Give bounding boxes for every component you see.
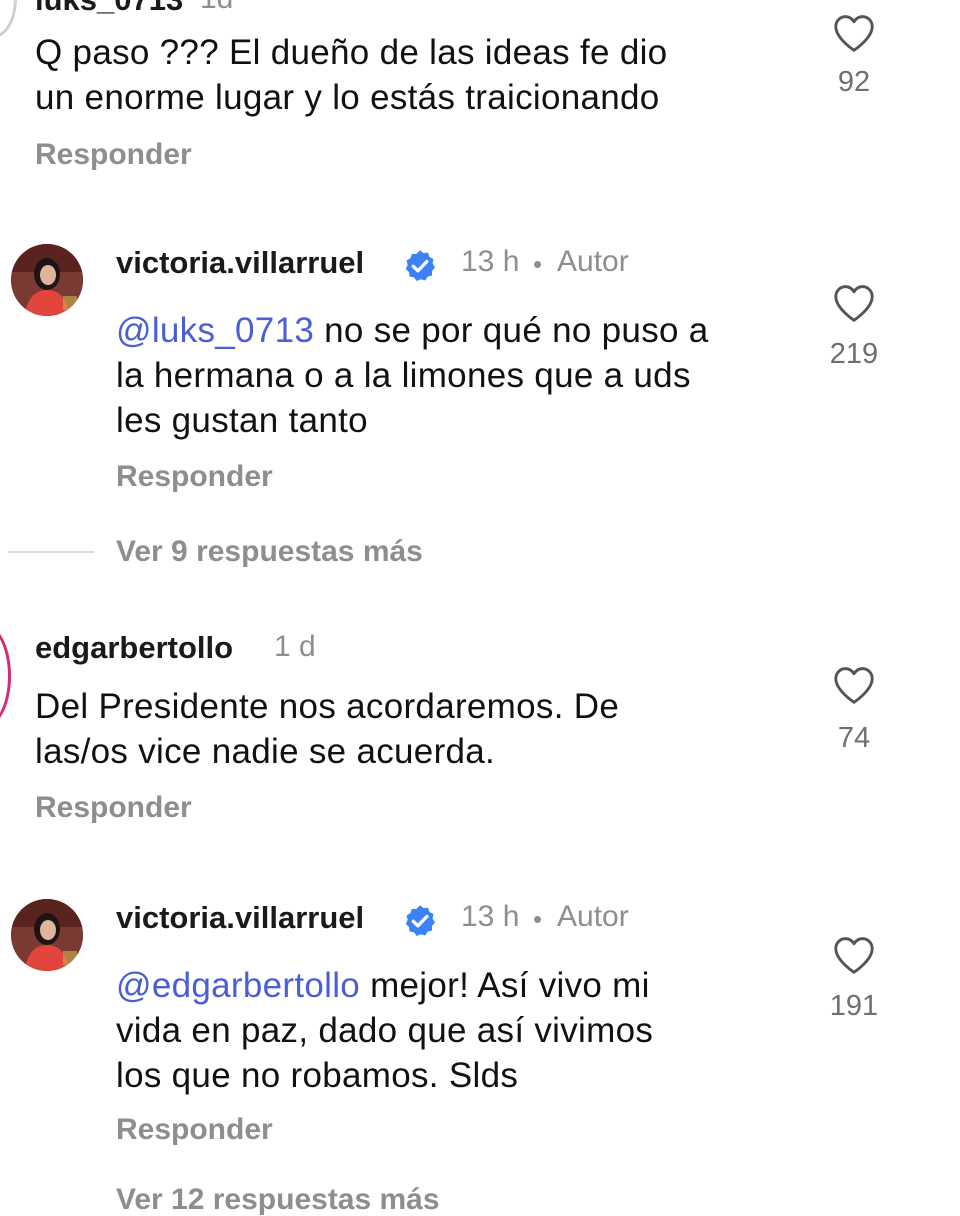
reply-victoria-1: victoria.villarruel 13 h • Autor @luks_0…	[0, 230, 960, 510]
verified-badge-icon	[405, 905, 435, 936]
comment-edgarbertollo: edgarbertollo 1 d Del Presidente nos aco…	[0, 615, 960, 835]
view-more-replies-button[interactable]: Ver 12 respuestas más	[116, 1185, 440, 1215]
like-count: 74	[837, 722, 871, 754]
reply-button[interactable]: Responder	[35, 793, 192, 823]
comment-text-line-3: los que no robamos. Slds	[116, 1056, 519, 1095]
heart-icon[interactable]	[832, 13, 876, 53]
comment-text-line-2: vida en paz, dado que así vivimos	[116, 1011, 654, 1050]
comment-text-line-2: un enorme lugar y lo estás traicionando	[35, 78, 660, 117]
view-more-replies-button[interactable]: Ver 9 respuestas más	[116, 537, 423, 567]
mention-link[interactable]: @luks_0713	[116, 311, 314, 350]
like-count: 191	[829, 990, 879, 1022]
comment-username[interactable]: luks_0713	[35, 0, 183, 15]
author-label: Autor	[557, 900, 629, 933]
comment-text-line-1: @luks_0713 no se por qué no puso a	[116, 308, 709, 353]
comment-text-line-3: les gustan tanto	[116, 401, 368, 440]
reply-button[interactable]: Responder	[116, 1115, 273, 1145]
comment-username[interactable]: victoria.villarruel	[116, 902, 364, 933]
comment-username[interactable]: victoria.villarruel	[116, 247, 364, 278]
comment-time: 1 d	[274, 630, 316, 663]
separator-dot: •	[533, 249, 543, 279]
comment-luks: luks_0713 1d Q paso ??? El dueño de las …	[0, 0, 960, 200]
separator-dot: •	[533, 904, 543, 934]
mention-link[interactable]: @edgarbertollo	[116, 966, 360, 1005]
verified-badge-icon	[405, 250, 435, 281]
comment-text-line-1: @edgarbertollo mejor! Así vivo mi	[116, 963, 650, 1008]
comment-text-line-2: la hermana o a la limones que a uds	[116, 356, 691, 395]
author-label: Autor	[557, 245, 629, 278]
heart-icon[interactable]	[832, 283, 876, 323]
comment-username[interactable]: edgarbertollo	[35, 632, 233, 663]
avatar[interactable]	[11, 244, 83, 316]
comment-text-line-2: las/os vice nadie se acuerda.	[35, 732, 496, 771]
comment-text: mejor! Así vivo mi	[360, 966, 650, 1005]
avatar[interactable]	[11, 899, 83, 971]
comment-time: 1d	[200, 0, 233, 14]
comment-text: no se por qué no puso a	[314, 311, 709, 350]
reply-button[interactable]: Responder	[116, 462, 273, 492]
like-count: 92	[837, 66, 871, 98]
like-count: 219	[829, 338, 879, 370]
heart-icon[interactable]	[832, 665, 876, 705]
comment-text-line-1: Del Presidente nos acordaremos. De	[35, 687, 620, 726]
comment-time: 13 h	[461, 900, 520, 933]
comment-time: 13 h	[461, 245, 520, 278]
comment-text-line-1: Q paso ??? El dueño de las ideas fe dio	[35, 33, 668, 72]
reply-button[interactable]: Responder	[35, 140, 192, 170]
replies-divider	[8, 551, 94, 553]
avatar-edge[interactable]	[0, 0, 17, 38]
heart-icon[interactable]	[832, 935, 876, 975]
reply-victoria-2: victoria.villarruel 13 h • Autor @edgarb…	[0, 885, 960, 1165]
avatar-story-ring-edge[interactable]	[0, 625, 11, 727]
